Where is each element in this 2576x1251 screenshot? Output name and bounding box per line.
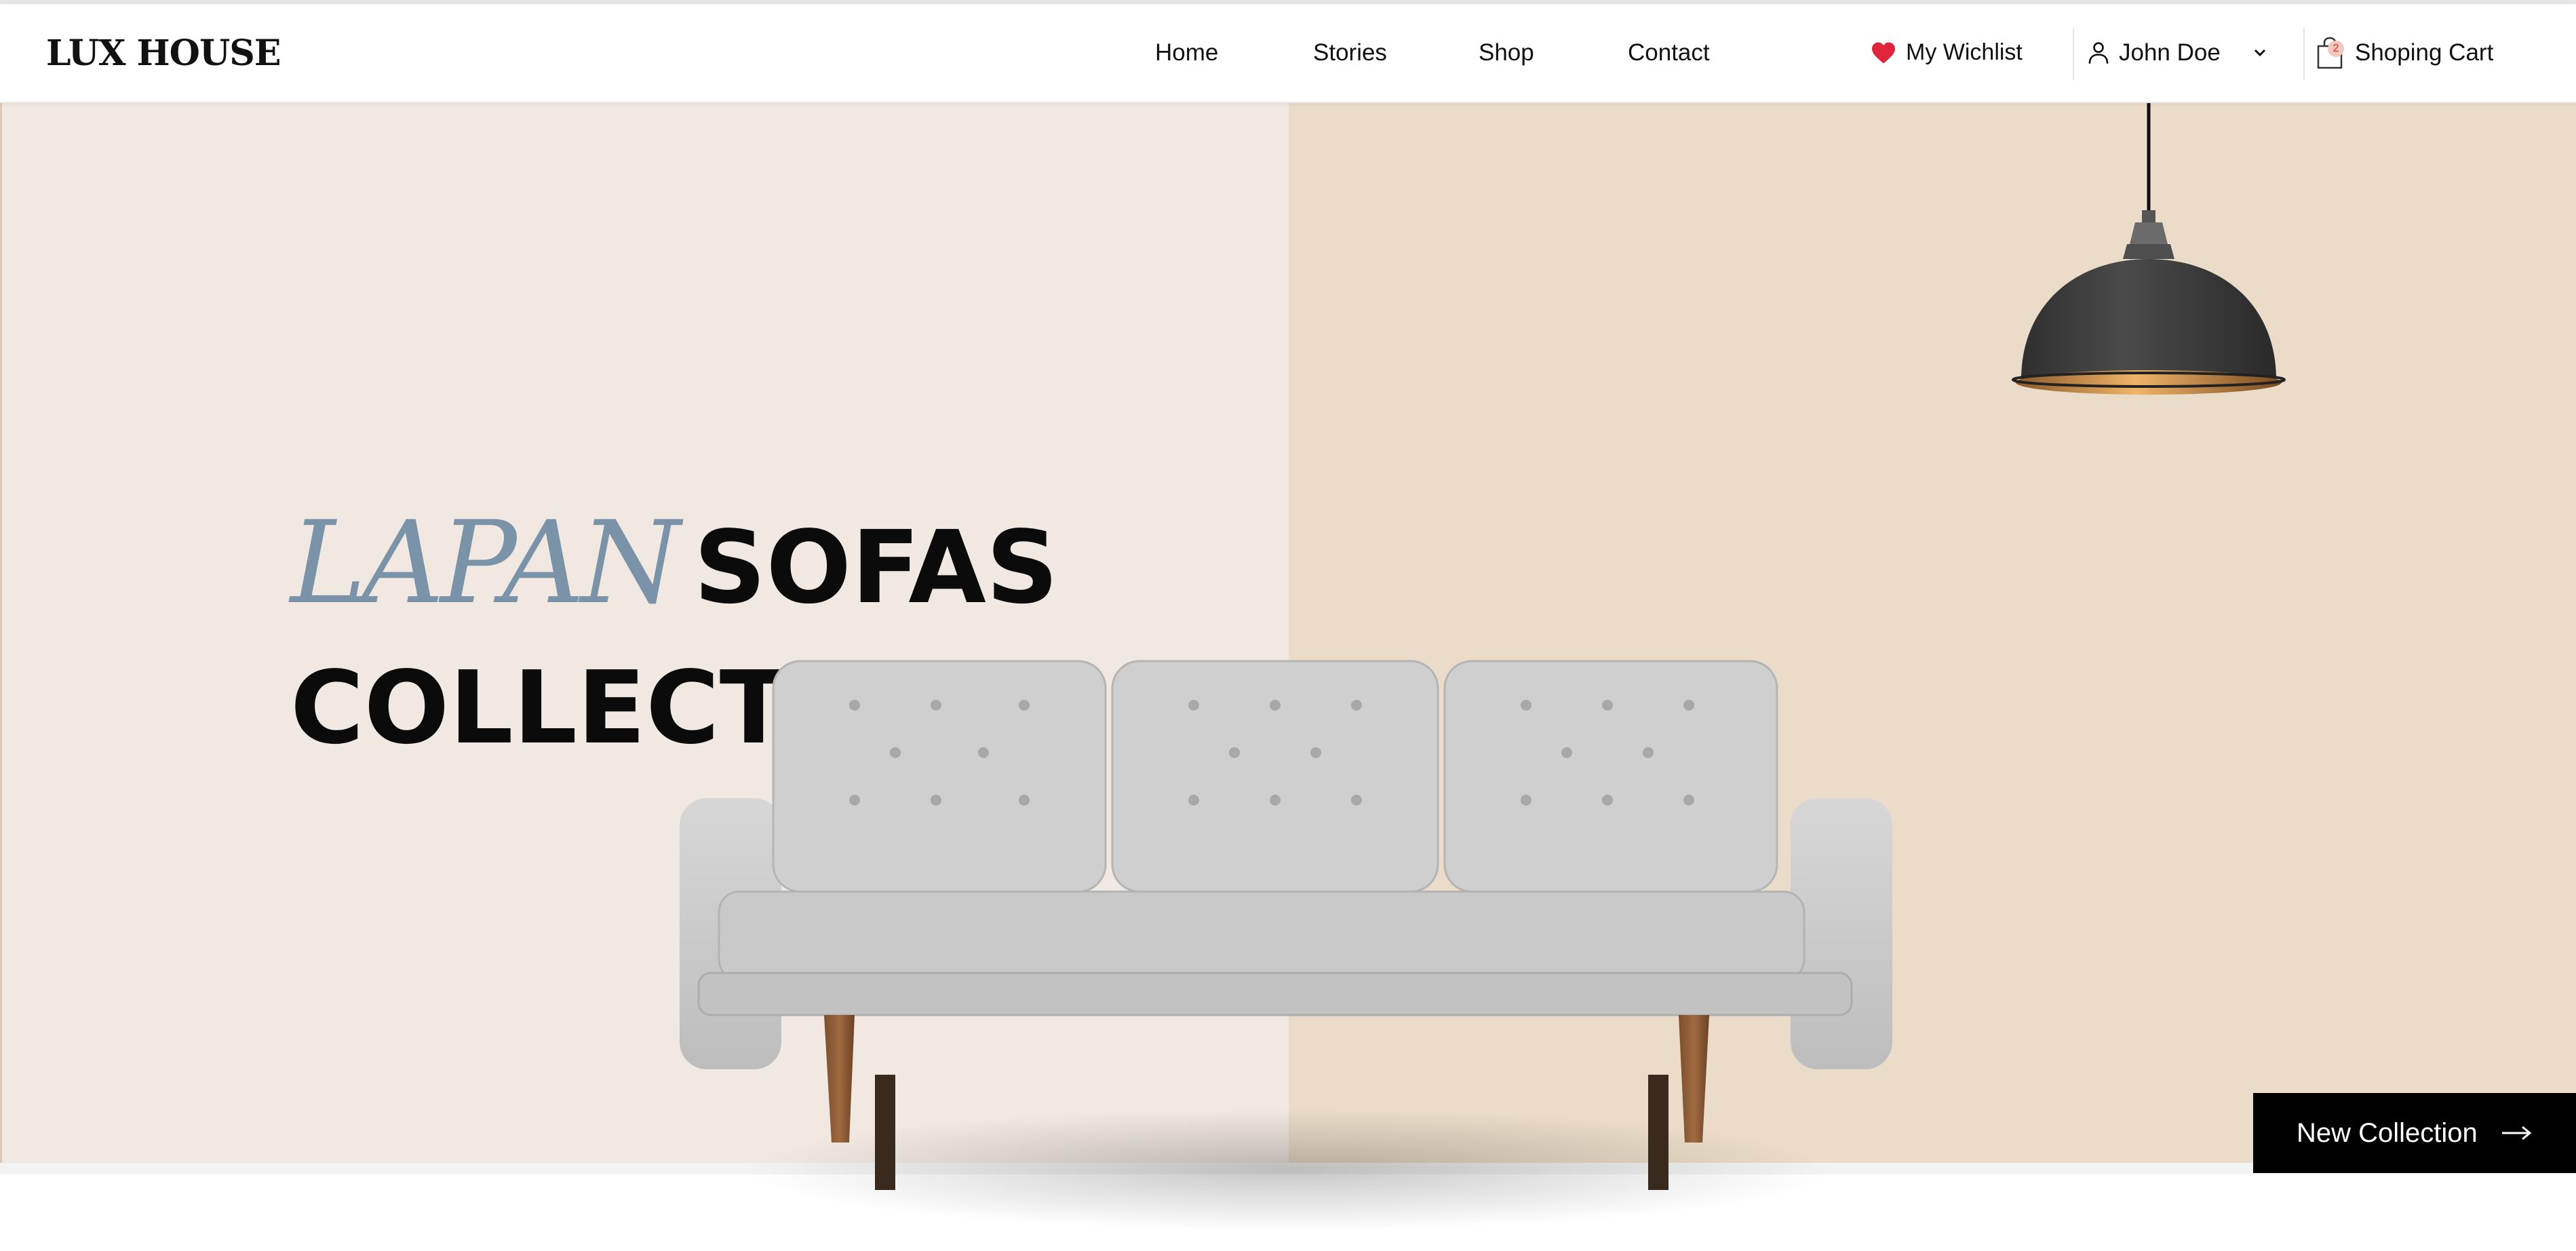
new-collection-label: New Collection — [2297, 1117, 2478, 1148]
hero-title-accent: LAPAN — [290, 496, 680, 629]
user-menu[interactable]: John Doe — [2088, 39, 2267, 66]
shopping-cart-link[interactable]: 2 Shoping Cart — [2316, 37, 2493, 69]
header-divider — [2073, 28, 2074, 80]
new-collection-button[interactable]: New Collection — [2253, 1093, 2576, 1173]
nav-home[interactable]: Home — [1155, 39, 1218, 66]
chevron-down-icon[interactable] — [2253, 48, 2267, 58]
user-icon — [2088, 42, 2109, 64]
nav-stories[interactable]: Stories — [1313, 39, 1387, 66]
sofa-image — [680, 660, 1892, 1231]
site-header: LUX HOUSE Home Stories Shop Contact My W… — [0, 4, 2576, 103]
nav-shop[interactable]: Shop — [1479, 39, 1534, 66]
shopping-bag-icon: 2 — [2316, 37, 2345, 69]
header-divider — [2303, 28, 2305, 80]
pendant-lamp-image — [2012, 102, 2286, 395]
user-name: John Doe — [2119, 39, 2221, 66]
hero-banner: LAPAN SOFAS COLLECTION — [0, 102, 2576, 1231]
heart-icon — [1872, 42, 1895, 63]
wishlist-label: My Wichlist — [1906, 39, 2023, 65]
cart-label: Shoping Cart — [2355, 39, 2494, 66]
hero-left-edge — [0, 102, 2, 1163]
wishlist-link[interactable]: My Wichlist — [1871, 39, 2023, 66]
nav-contact[interactable]: Contact — [1628, 39, 1710, 66]
hero-title-word: SOFAS — [693, 509, 1059, 626]
cart-count-badge: 2 — [2328, 41, 2344, 57]
arrow-right-icon — [2501, 1126, 2532, 1140]
